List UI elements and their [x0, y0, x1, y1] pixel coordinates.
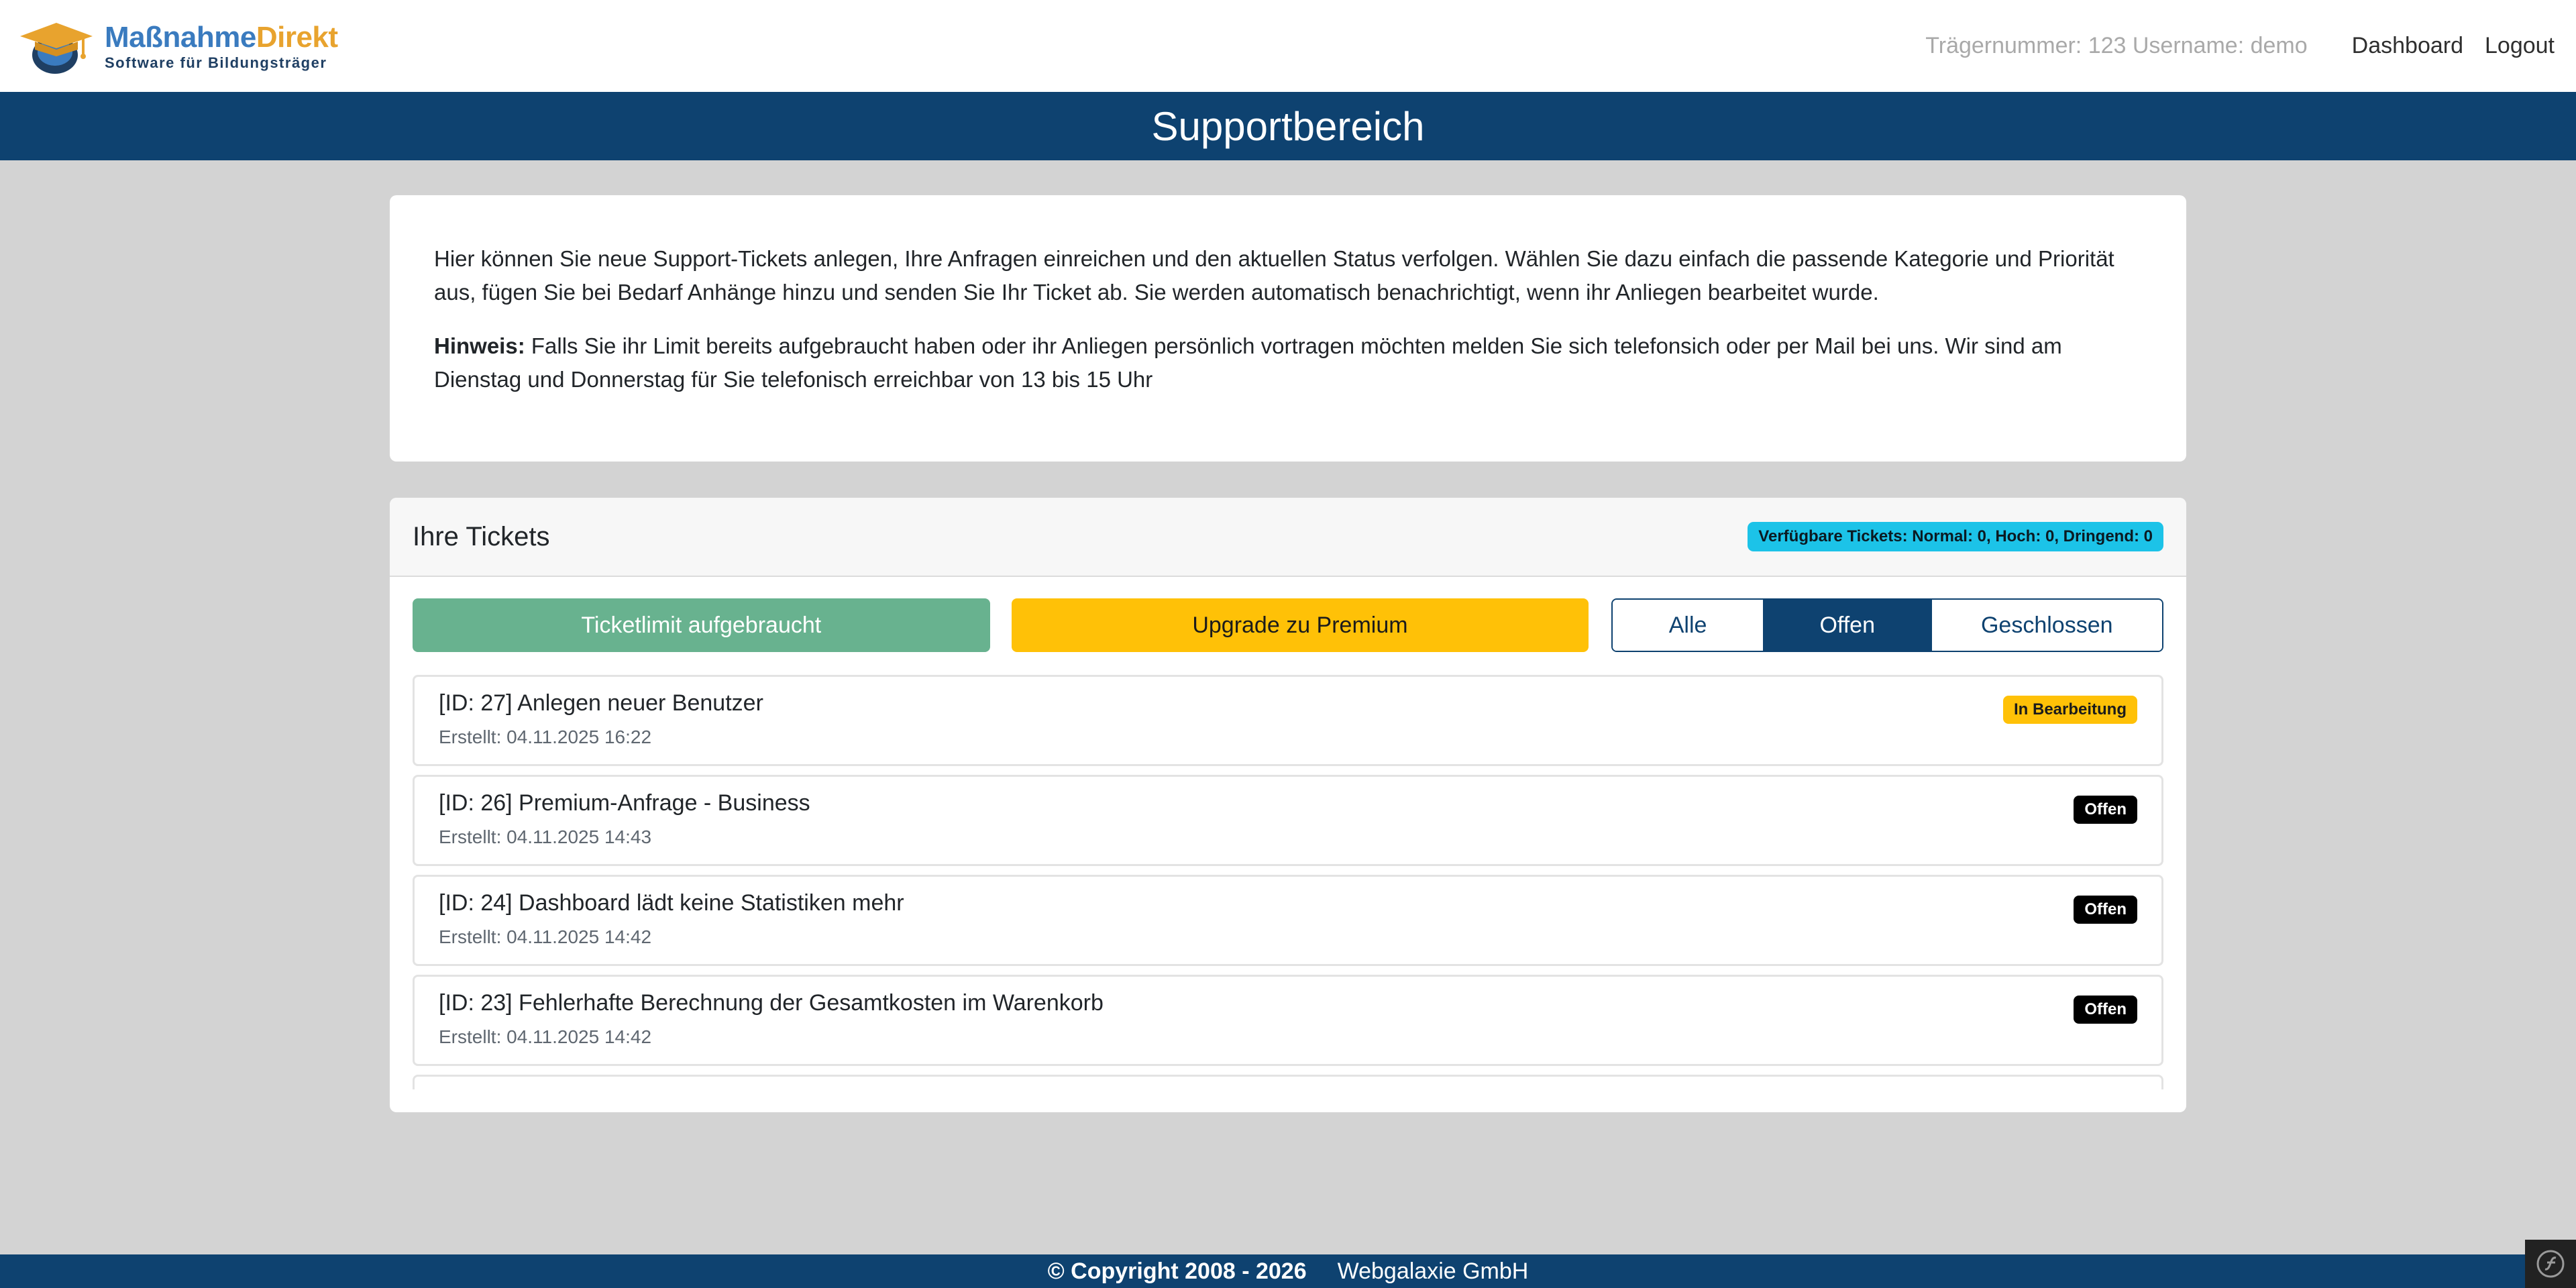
ticket-status-badge: In Bearbeitung: [2002, 696, 2137, 724]
ticket-item[interactable]: [ID: 27] Anlegen neuer Benutzer Erstellt…: [413, 675, 2163, 766]
ticket-created-date: Erstellt: 04.11.2025 14:43: [439, 826, 652, 847]
user-info: Trägernummer: 123 Username: demo: [1925, 33, 2308, 58]
hint-text: Falls Sie ihr Limit bereits aufgebraucht…: [434, 333, 2062, 392]
upgrade-premium-button[interactable]: Upgrade zu Premium: [1011, 598, 1589, 652]
ticket-status-badge: Offen: [2074, 996, 2137, 1024]
brand[interactable]: MaßnahmeDirekt Software für Bildungsträg…: [16, 0, 338, 92]
ticket-created-date: Erstellt: 04.11.2025 14:42: [439, 1026, 652, 1047]
filter-closed-button[interactable]: Geschlossen: [1930, 600, 2162, 651]
tickets-card-header: Ihre Tickets Verfügbare Tickets: Normal:…: [390, 498, 2186, 577]
footer-company: Webgalaxie GmbH: [1337, 1258, 1529, 1284]
ticket-title: [ID: 23] Fehlerhafte Berechnung der Gesa…: [439, 990, 1104, 1016]
info-card: Hier können Sie neue Support-Tickets anl…: [390, 195, 2186, 462]
nav-right: Trägernummer: 123 Username: demo Dashboa…: [1925, 33, 2555, 59]
ticket-status-badge: Offen: [2074, 896, 2137, 924]
graduation-cap-logo-icon: [20, 22, 93, 74]
ticket-title: [ID: 27] Anlegen neuer Benutzer: [439, 690, 763, 716]
ticket-item-partial[interactable]: [413, 1075, 2163, 1089]
available-tickets-badge: Verfügbare Tickets: Normal: 0, Hoch: 0, …: [1748, 522, 2163, 551]
ticket-created-date: Erstellt: 04.11.2025 16:22: [439, 727, 652, 747]
symfony-debug-toolbar-icon[interactable]: [2525, 1240, 2576, 1288]
hint-label: Hinweis:: [434, 333, 525, 358]
tickets-toolbar: Ticketlimit aufgebraucht Upgrade zu Prem…: [413, 598, 2163, 652]
top-navbar: MaßnahmeDirekt Software für Bildungsträg…: [0, 0, 2576, 92]
footer: © Copyright 2008 - 2026 Webgalaxie GmbH: [0, 1254, 2576, 1288]
tickets-card-body: Ticketlimit aufgebraucht Upgrade zu Prem…: [390, 577, 2186, 1089]
filter-all-button[interactable]: Alle: [1613, 600, 1763, 651]
ticket-item[interactable]: [ID: 24] Dashboard lädt keine Statistike…: [413, 875, 2163, 966]
brand-name-part1: Maßnahme: [105, 20, 256, 54]
ticket-item[interactable]: [ID: 23] Fehlerhafte Berechnung der Gesa…: [413, 975, 2163, 1066]
dashboard-link[interactable]: Dashboard: [2352, 33, 2463, 59]
page-title: Supportbereich: [1151, 103, 1425, 149]
brand-name-part2: Direkt: [256, 20, 338, 54]
ticket-title: [ID: 24] Dashboard lädt keine Statistike…: [439, 890, 904, 916]
hint-paragraph: Hinweis: Falls Sie ihr Limit bereits auf…: [434, 329, 2142, 396]
ticket-item[interactable]: [ID: 26] Premium-Anfrage - Business Erst…: [413, 775, 2163, 866]
footer-copyright: © Copyright 2008 - 2026: [1047, 1258, 1307, 1284]
brand-tagline: Software für Bildungsträger: [105, 54, 327, 71]
ticket-limit-button[interactable]: Ticketlimit aufgebraucht: [413, 598, 990, 652]
info-paragraph: Hier können Sie neue Support-Tickets anl…: [434, 246, 2114, 305]
ticket-list[interactable]: [ID: 27] Anlegen neuer Benutzer Erstellt…: [413, 675, 2163, 1089]
logout-link[interactable]: Logout: [2485, 33, 2555, 59]
symfony-icon: [2536, 1250, 2565, 1278]
ticket-status-badge: Offen: [2074, 796, 2137, 824]
page-header: Supportbereich: [0, 92, 2576, 160]
filter-open-button[interactable]: Offen: [1762, 600, 1931, 651]
status-filter-group: Alle Offen Geschlossen: [1611, 598, 2163, 652]
ticket-title: [ID: 26] Premium-Anfrage - Business: [439, 790, 810, 816]
tickets-title: Ihre Tickets: [413, 521, 550, 551]
ticket-created-date: Erstellt: 04.11.2025 14:42: [439, 926, 652, 947]
brand-name: MaßnahmeDirekt: [105, 21, 338, 54]
tickets-card: Ihre Tickets Verfügbare Tickets: Normal:…: [390, 498, 2186, 1112]
